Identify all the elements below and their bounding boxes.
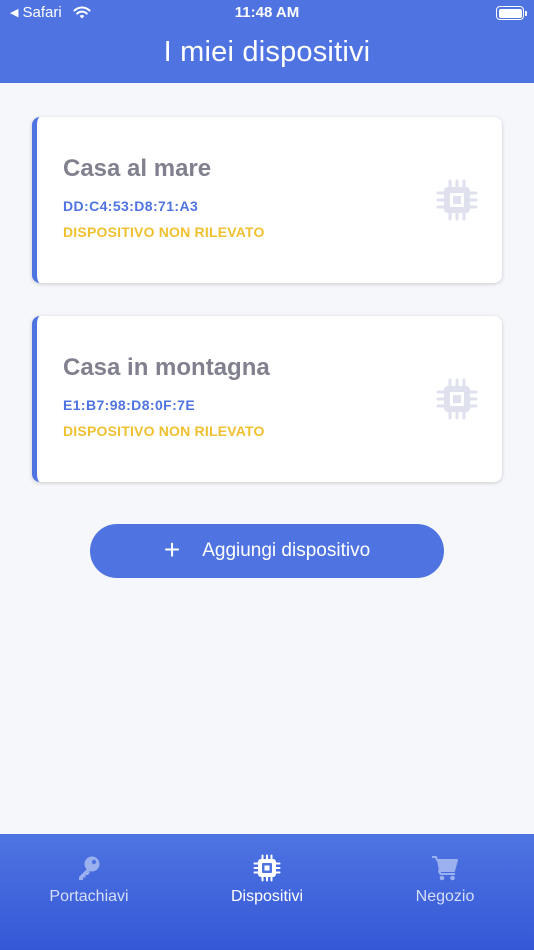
status-bar: ◀ Safari 11:48 AM (0, 0, 534, 28)
tab-dispositivi[interactable]: Dispositivi (178, 834, 356, 950)
tab-label: Dispositivi (230, 888, 303, 905)
device-mac-address: DD:C4:53:D8:71:A3 (63, 198, 199, 214)
device-mac-address: E1:B7:98:D8:0F:7E (63, 397, 196, 413)
battery-icon (496, 6, 527, 20)
tab-portachiavi[interactable]: Portachiavi (0, 834, 178, 950)
tab-label: Portachiavi (49, 888, 129, 905)
status-time: 11:48 AM (234, 4, 300, 21)
device-name: Casa in montagna (63, 354, 270, 381)
chip-icon (436, 179, 478, 221)
tab-label: Negozio (415, 888, 475, 905)
cart-icon (432, 856, 458, 881)
device-card[interactable]: Casa al mare DD:C4:53:D8:71:A3 DISPOSITI… (32, 117, 502, 283)
add-device-button[interactable]: + Aggiungi dispositivo (90, 524, 444, 578)
plus-icon: + (163, 534, 181, 565)
chip-icon (253, 854, 281, 882)
key-icon (79, 856, 100, 880)
device-status: DISPOSITIVO NON RILEVATO (63, 224, 265, 240)
page-title: I miei dispositivi (163, 36, 371, 68)
device-status: DISPOSITIVO NON RILEVATO (63, 423, 265, 439)
device-name: Casa al mare (63, 155, 212, 182)
header-bar: ◀ Safari 11:48 AM I miei dispositivi (0, 0, 534, 83)
device-card[interactable]: Casa in montagna E1:B7:98:D8:0F:7E DISPO… (32, 316, 502, 482)
add-device-label: Aggiungi dispositivo (202, 540, 371, 561)
tab-negozio[interactable]: Negozio (356, 834, 534, 950)
chip-icon (436, 378, 478, 420)
tab-bar: Portachiavi Dispositivi Negozio (0, 834, 534, 950)
